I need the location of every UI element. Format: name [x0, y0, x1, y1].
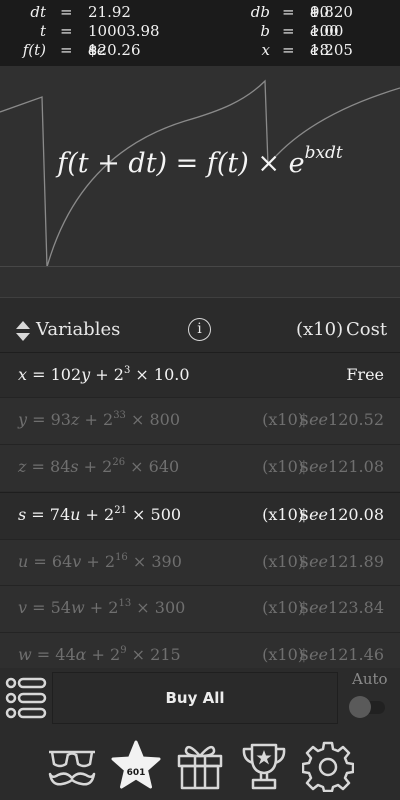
- star-count: 601: [126, 768, 146, 778]
- variable-cost: $ee121.08: [298, 457, 384, 476]
- bottom-nav: 601: [0, 730, 400, 800]
- gear-icon[interactable]: [302, 740, 354, 792]
- trophy-icon[interactable]: [238, 740, 290, 792]
- variable-cost: $ee121.89: [298, 552, 384, 571]
- stat-name: t: [39, 22, 46, 40]
- variable-formula: v = 54w + 213 × 300: [18, 597, 186, 617]
- toggle-knob: [349, 696, 371, 718]
- variables-header: Variables i (x10) Cost: [0, 300, 400, 352]
- variable-cost: $ee123.84: [298, 598, 384, 617]
- variable-formula: x = 102y + 23 × 10.0: [18, 364, 190, 384]
- stat-eq: =: [60, 22, 73, 40]
- variable-formula: s = 74u + 221 × 500: [18, 504, 182, 524]
- stat-eq: =: [60, 41, 73, 59]
- variable-formula: w = 44α + 29 × 215: [18, 644, 181, 664]
- variable-formula: z = 84s + 226 × 640: [18, 456, 180, 476]
- stat-name: dt: [30, 3, 46, 21]
- multiplier-toggle[interactable]: (x10): [296, 319, 343, 340]
- variable-cost: $ee121.46: [298, 645, 384, 664]
- gift-icon[interactable]: [174, 740, 226, 792]
- variable-row-z[interactable]: z = 84s + 226 × 640 (x10) $ee121.08: [0, 444, 400, 491]
- star-icon: [111, 740, 161, 789]
- auto-buy-toggle[interactable]: [349, 696, 389, 718]
- stat-eq: =: [282, 22, 295, 40]
- variable-cost: $ee120.08: [298, 505, 384, 524]
- auto-buy-label: Auto: [352, 670, 388, 688]
- variable-cost: $ee120.52: [298, 410, 384, 429]
- stat-value-dt: 21.92: [88, 3, 131, 21]
- stat-name: x: [261, 41, 270, 59]
- stat-eq: =: [60, 3, 73, 21]
- variable-cost: Free: [346, 365, 384, 384]
- stat-name: db: [250, 3, 270, 21]
- graph-curve: [0, 79, 400, 268]
- glasses-mustache-icon[interactable]: [46, 740, 98, 792]
- stat-name: f(t): [22, 41, 46, 59]
- variable-row-y[interactable]: y = 93z + 233 × 800 (x10) $ee120.52: [0, 397, 400, 444]
- variable-row-s[interactable]: s = 74u + 221 × 500 (x10) $ee120.08: [0, 492, 400, 539]
- variable-formula: y = 93z + 233 × 800: [18, 409, 181, 429]
- variable-multiplier: (x10): [262, 552, 304, 571]
- stat-eq: =: [282, 3, 295, 21]
- info-icon[interactable]: i: [188, 318, 211, 341]
- variable-multiplier: (x10): [262, 598, 304, 617]
- equation-exponent: bxdt: [304, 143, 343, 163]
- stat-row-t: t = 10003.98 b = 1.00 e 100: [0, 22, 400, 41]
- variable-multiplier: (x10): [262, 505, 304, 524]
- stat-value-t: 10003.98: [88, 22, 160, 40]
- growth-graph: f(t + dt) = f(t) × ebxdt: [0, 66, 400, 298]
- variable-row-u[interactable]: u = 64v + 216 × 390 (x10) $ee121.89: [0, 539, 400, 586]
- stat-row-ft: f(t) = $ ee 120.26 x = 1.205 e 18: [0, 41, 400, 60]
- stars-nav-item[interactable]: 601: [110, 740, 162, 792]
- variable-multiplier: (x10): [262, 410, 304, 429]
- variables-list: x = 102y + 23 × 10.0 Free y = 93z + 233 …: [0, 352, 400, 668]
- list-menu-icon[interactable]: [4, 676, 48, 720]
- variable-row-x[interactable]: x = 102y + 23 × 10.0 Free: [0, 352, 400, 399]
- stats-panel: dt = 21.92 db = 1.820 e 90 t = 10003.98 b …: [0, 0, 400, 66]
- stat-name: b: [260, 22, 270, 40]
- graph-baseline: [0, 266, 400, 267]
- purchase-controls: Buy All Auto: [0, 668, 400, 730]
- sort-icon[interactable]: [16, 321, 30, 341]
- variable-row-v[interactable]: v = 54w + 213 × 300 (x10) $ee123.84: [0, 585, 400, 632]
- stat-eq: =: [282, 41, 295, 59]
- cost-header: Cost: [346, 319, 388, 340]
- variable-multiplier: (x10): [262, 457, 304, 476]
- growth-equation: f(t + dt) = f(t) × ebxdt: [0, 143, 400, 179]
- variable-formula: u = 64v + 216 × 390: [18, 551, 182, 571]
- equation-main: f(t + dt) = f(t) × e: [57, 148, 305, 179]
- variables-title[interactable]: Variables: [36, 319, 120, 340]
- variable-multiplier: (x10): [262, 645, 304, 664]
- buy-all-button[interactable]: Buy All: [52, 672, 338, 724]
- variable-row-w[interactable]: w = 44α + 29 × 215 (x10) $ee121.46: [0, 632, 400, 668]
- stat-row-dt: dt = 21.92 db = 1.820 e 90: [0, 3, 400, 22]
